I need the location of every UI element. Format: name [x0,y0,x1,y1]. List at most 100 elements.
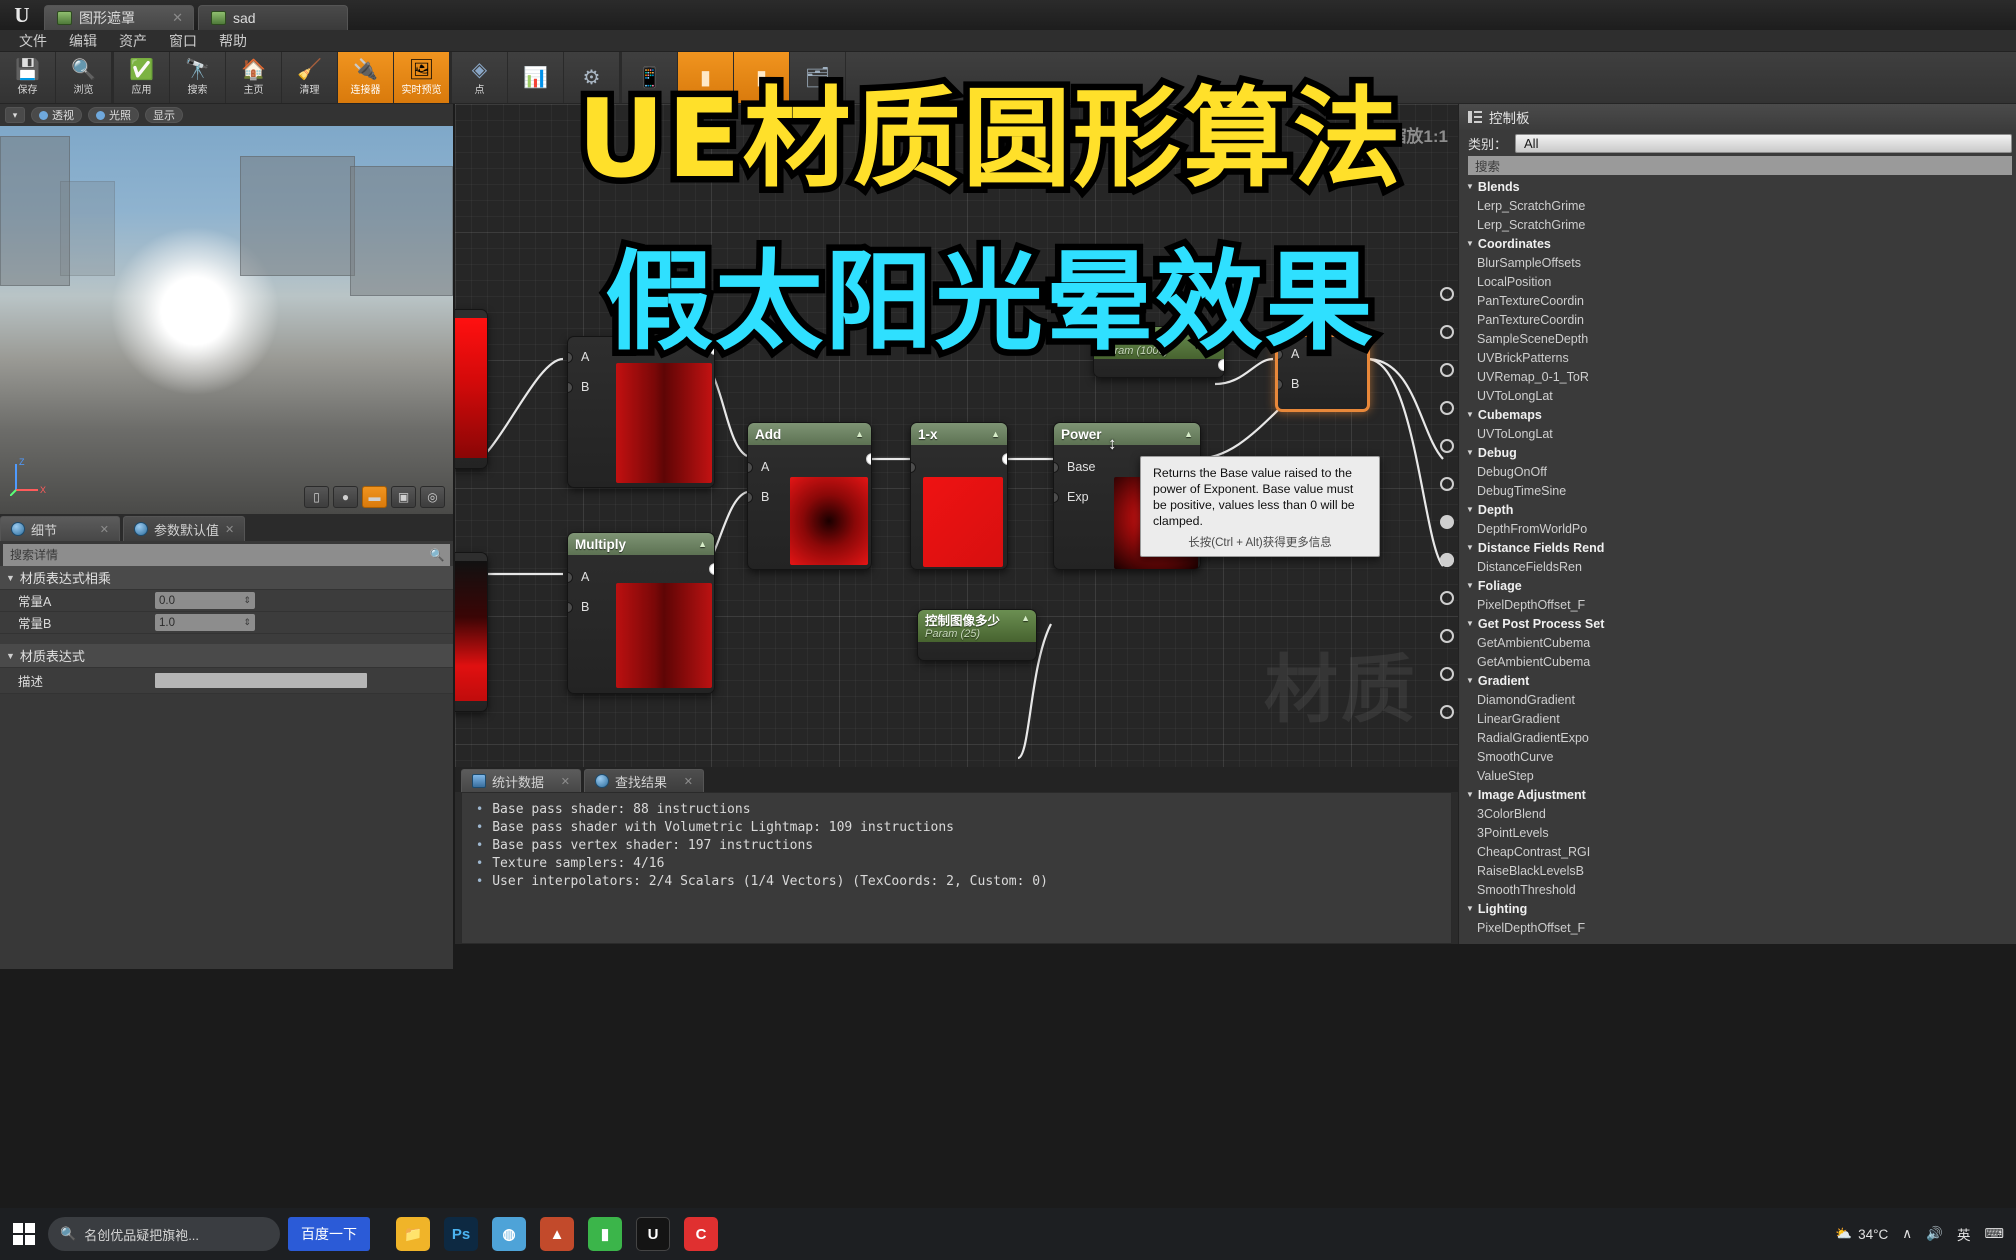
baidu-search-button[interactable]: 百度一下 [288,1217,370,1251]
input-pin[interactable] [748,491,753,503]
file-explorer-icon[interactable]: 📁 [396,1217,430,1251]
node-header-param[interactable]: 控制大小 Param (1000) [1094,327,1224,359]
menu-file[interactable]: 文件 [8,30,58,52]
output-pin[interactable] [709,343,714,355]
palette-item[interactable]: ValueStep [1459,766,2016,785]
preview-shape-mesh-button[interactable]: ◎ [420,486,445,508]
preview-shape-cube-button[interactable]: ▣ [391,486,416,508]
viewport-options-icon[interactable]: ▾ [5,107,25,123]
palette-item[interactable]: RaiseBlackLevelsB [1459,861,2016,880]
close-icon[interactable]: ✕ [172,10,183,26]
graph-node-add[interactable]: Add ▲ A B [747,422,872,570]
viewport-scene[interactable]: Z X ▯ ● ▬ ▣ ◎ [0,126,453,514]
input-pin[interactable] [568,571,573,583]
tab-find-results[interactable]: 查找结果 ✕ [584,769,704,792]
palette-category[interactable]: ▼ Blends [1459,177,2016,196]
close-icon[interactable]: ✕ [561,775,570,788]
toolbar-apply-button[interactable]: ✅ 应用 [114,52,170,103]
palette-item[interactable]: Lerp_ScratchGrime [1459,196,2016,215]
input-pin[interactable] [1054,461,1059,473]
tab-details[interactable]: 细节 ✕ [0,516,120,541]
close-icon[interactable]: ✕ [100,523,109,536]
palette-item[interactable]: DistanceFieldsRen [1459,557,2016,576]
node-header[interactable]: Multiply ▲ [568,533,714,555]
palette-item[interactable]: SampleSceneDepth [1459,329,2016,348]
palette-category[interactable]: ▼ Depth [1459,500,2016,519]
toolbar-mobile-button[interactable]: 📱 [622,52,678,103]
palette-item[interactable]: SmoothThreshold [1459,880,2016,899]
graph-node-partial-left-top[interactable] [455,309,488,469]
palette-category[interactable]: ▼ Debug [1459,443,2016,462]
menu-window[interactable]: 窗口 [158,30,208,52]
editor-tab-sad[interactable]: sad [198,5,348,30]
browser-icon[interactable]: ◍ [492,1217,526,1251]
const-a-input[interactable]: 0.0 ⇕ [155,592,255,609]
close-icon[interactable]: ✕ [684,775,693,788]
input-pin[interactable] [568,381,573,393]
graph-node-lerp-top[interactable]: A B [567,336,715,488]
taskbar-search-box[interactable]: 🔍 名创优品疑把旗袍... [48,1217,280,1251]
graph-node-selected-lerp[interactable]: A B [1275,334,1370,412]
input-pin[interactable] [568,601,573,613]
tab-statistics[interactable]: 统计数据 ✕ [461,769,581,792]
toolbar-orange-a-button[interactable]: ▮ [678,52,734,103]
input-pin[interactable] [748,461,753,473]
graph-node-multiply[interactable]: Multiply ▲ A B [567,532,715,694]
menu-help[interactable]: 帮助 [208,30,258,52]
collapse-icon[interactable]: ▲ [855,429,864,439]
toolbar-save-button[interactable]: 💾 保存 [0,52,56,103]
start-button[interactable] [0,1208,48,1260]
search-icon[interactable]: 🔍 [429,547,445,563]
details-search-input[interactable] [3,548,423,562]
palette-item[interactable]: UVRemap_0-1_ToR [1459,367,2016,386]
tray-expand-icon[interactable]: ∧ [1902,1226,1912,1242]
palette-item[interactable]: Lerp_ScratchGrime [1459,215,2016,234]
toolbar-clean-button[interactable]: 🧹 清理 [282,52,338,103]
spinner-icon[interactable]: ⇕ [243,595,251,606]
graph-node-partial-left-bottom[interactable] [455,552,488,712]
palette-item[interactable]: 3PointLevels [1459,823,2016,842]
spinner-icon[interactable]: ⇕ [243,617,251,628]
palette-item[interactable]: DebugTimeSine [1459,481,2016,500]
keyboard-icon[interactable]: ⌨ [1985,1226,2005,1242]
collapse-icon[interactable]: ▲ [1021,613,1030,623]
palette-item[interactable]: DepthFromWorldPo [1459,519,2016,538]
collapse-icon[interactable]: ▲ [1184,429,1193,439]
palette-item[interactable]: RadialGradientExpo [1459,728,2016,747]
palette-category[interactable]: ▼ Distance Fields Rend [1459,538,2016,557]
toolbar-home-button[interactable]: 🏠 主页 [226,52,282,103]
editor-tab-graph-mask[interactable]: 图形遮罩 ✕ [44,5,194,30]
palette-item[interactable]: DebugOnOff [1459,462,2016,481]
node-header[interactable]: Power ▲ [1054,423,1200,445]
palette-list[interactable]: ▼ Blends Lerp_ScratchGrime Lerp_ScratchGrim… [1459,177,2016,937]
node-header[interactable]: Add ▲ [748,423,871,445]
palette-item[interactable]: UVBrickPatterns [1459,348,2016,367]
palette-search-input[interactable]: 搜索 [1468,156,2012,175]
menu-asset[interactable]: 资产 [108,30,158,52]
input-pin[interactable] [911,461,916,473]
viewport-lighting-button[interactable]: 光照 [88,107,139,123]
preview-shape-sphere-button[interactable]: ● [333,486,358,508]
palette-item[interactable]: PixelDepthOffset_F [1459,918,2016,937]
material-graph-canvas[interactable]: 缩放1:1 材质 A B Multiply ▲ A B Add ▲ A B 1-… [455,104,1458,767]
toolbar-browse-button[interactable]: 🔍 浏览 [56,52,112,103]
palette-item[interactable]: GetAmbientCubema [1459,633,2016,652]
clip-icon[interactable]: C [684,1217,718,1251]
palette-item[interactable]: LocalPosition [1459,272,2016,291]
weather-widget[interactable]: ⛅ 34°C [1835,1226,1888,1242]
close-icon[interactable]: ✕ [225,523,234,536]
palette-item[interactable]: CheapContrast_RGI [1459,842,2016,861]
collapse-icon[interactable]: ▲ [698,539,707,549]
palette-category[interactable]: ▼ Gradient [1459,671,2016,690]
toolbar-platform-button[interactable]: ⚙ [564,52,620,103]
preview-shape-plane-button[interactable]: ▬ [362,486,387,508]
material-preview-viewport[interactable]: ▾ 透视 光照 显示 Z X ▯ ● ▬ ▣ ◎ [0,104,453,514]
volume-icon[interactable]: 🔊 [1926,1226,1943,1242]
palette-category[interactable]: ▼ Foliage [1459,576,2016,595]
viewport-show-button[interactable]: 显示 [145,107,183,123]
toolbar-hierarchy-button[interactable]: 🗂 [790,52,846,103]
toolbar-connectors-button[interactable]: 🔌 连接器 [338,52,394,103]
input-pin[interactable] [1278,348,1283,360]
palette-item[interactable]: UVToLongLat [1459,424,2016,443]
palette-category[interactable]: ▼ Coordinates [1459,234,2016,253]
